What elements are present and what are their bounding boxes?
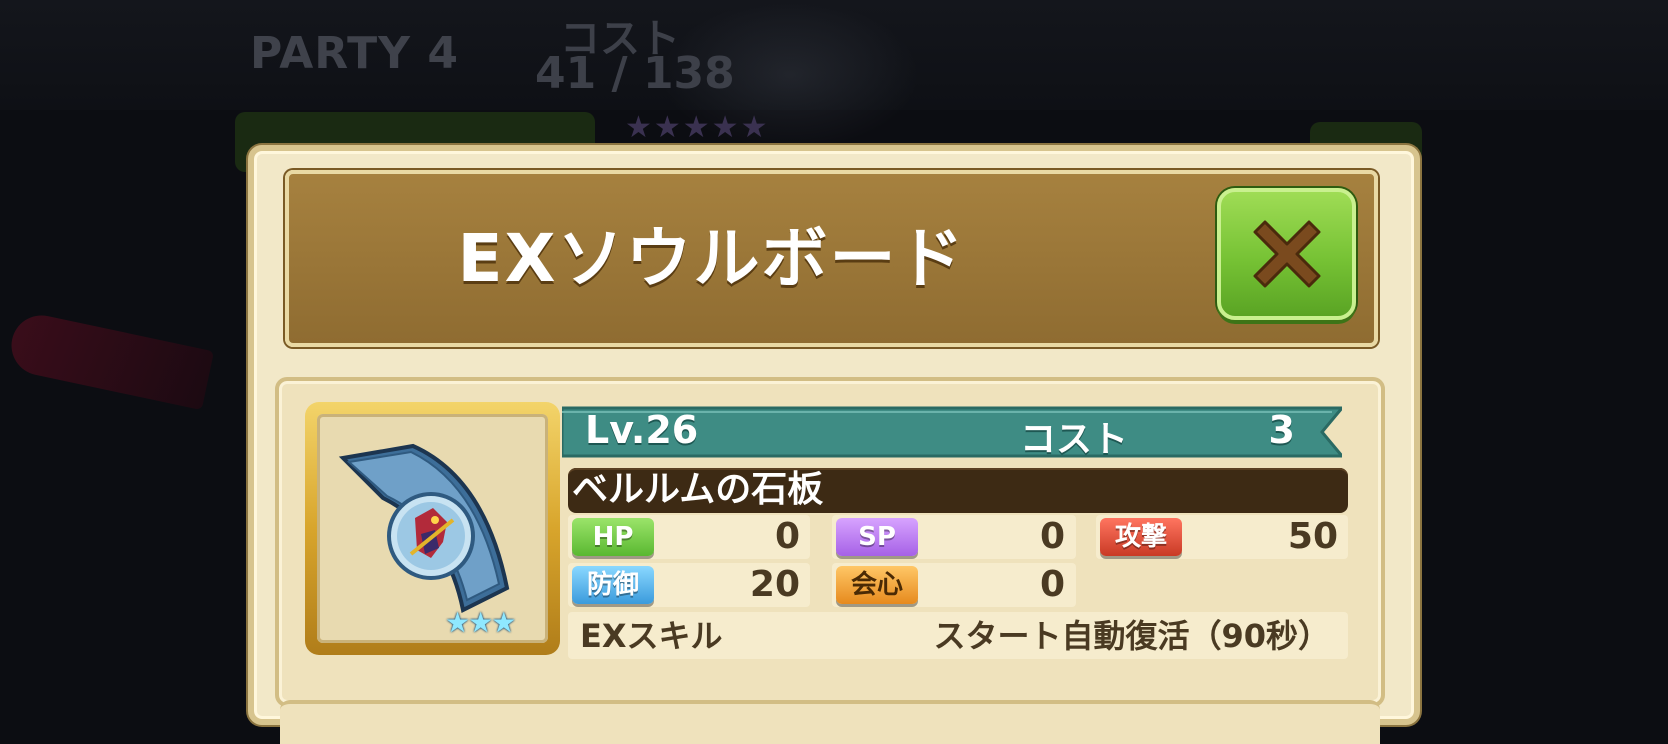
rarity-stars: ★★★ xyxy=(445,606,516,639)
stat-label-crit: 会心 xyxy=(836,566,918,604)
party-title: PARTY 4 xyxy=(250,28,459,79)
item-cost-value: 3 xyxy=(1268,408,1295,452)
item-icon-frame: ★★★ xyxy=(305,402,560,655)
item-level: Lv.26 xyxy=(585,408,699,452)
ex-skill-label: EXスキル xyxy=(580,617,723,655)
item-icon-background: ★★★ xyxy=(317,414,548,643)
dialog-title-bar: EXソウルボード xyxy=(285,170,1378,347)
stat-value-sp: 0 xyxy=(1039,516,1065,557)
stat-value-def: 20 xyxy=(749,564,800,605)
item-cost-label: コスト xyxy=(1020,419,1129,460)
close-button[interactable] xyxy=(1217,188,1356,320)
ex-skill-value: スタート自動復活（90秒） xyxy=(933,617,1330,655)
stat-label-sp: SP xyxy=(836,518,918,556)
dialog-title: EXソウルボード xyxy=(457,220,966,297)
stat-value-crit: 0 xyxy=(1039,564,1065,605)
item-name: ベルルムの石板 xyxy=(572,469,824,510)
stat-value-hp: 0 xyxy=(774,516,800,557)
background-stars: ★★★★★ xyxy=(625,110,770,145)
close-x-icon xyxy=(1253,220,1321,288)
lower-panel-edge xyxy=(280,700,1380,744)
stat-label-hp: HP xyxy=(572,518,654,556)
stat-label-def: 防御 xyxy=(572,566,654,604)
stat-label-atk: 攻撃 xyxy=(1100,518,1182,556)
background-weapon-art xyxy=(5,309,215,411)
party-cost-value: 41 / 138 xyxy=(535,48,735,99)
stat-value-atk: 50 xyxy=(1287,516,1338,557)
stone-tablet-icon xyxy=(338,443,510,613)
